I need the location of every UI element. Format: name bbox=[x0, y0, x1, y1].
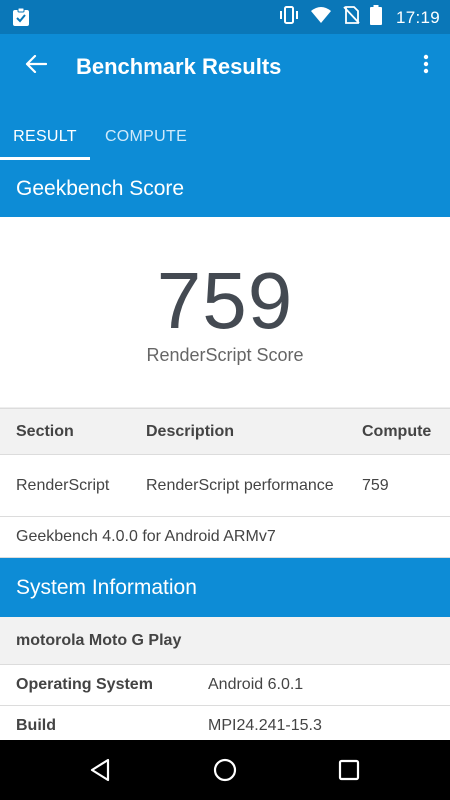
column-header-section: Section bbox=[16, 422, 74, 440]
clipboard-check-icon bbox=[12, 7, 30, 31]
score-label: RenderScript Score bbox=[146, 345, 304, 365]
info-row-operating-system: Operating System Android 6.0.1 bbox=[0, 665, 450, 706]
nav-back-button[interactable] bbox=[82, 752, 118, 788]
column-header-compute: Compute bbox=[362, 422, 432, 440]
status-bar: 17:19 bbox=[0, 0, 450, 34]
page-title: Benchmark Results bbox=[76, 54, 282, 79]
square-recents-icon bbox=[338, 759, 360, 781]
geekbench-version: Geekbench 4.0.0 for Android ARMv7 bbox=[0, 517, 450, 558]
geekbench-score-header: Geekbench Score bbox=[0, 160, 450, 217]
row-description: RenderScript performance bbox=[146, 476, 334, 494]
overflow-menu-button[interactable] bbox=[416, 48, 436, 80]
score-value: 759 bbox=[156, 256, 294, 345]
row-section: RenderScript bbox=[16, 476, 110, 494]
nav-recents-button[interactable] bbox=[331, 752, 367, 788]
app-bar: Benchmark Results RESULT COMPUTE bbox=[0, 34, 450, 160]
score-card: 759 RenderScript Score bbox=[0, 217, 450, 407]
system-information-header: System Information bbox=[0, 558, 450, 617]
back-button[interactable] bbox=[20, 48, 52, 80]
tab-compute[interactable]: COMPUTE bbox=[90, 114, 202, 160]
row-compute: 759 bbox=[362, 476, 389, 494]
table-header: Section Description Compute bbox=[0, 408, 450, 455]
tab-bar: RESULT COMPUTE bbox=[0, 114, 450, 160]
device-name: motorola Moto G Play bbox=[0, 617, 450, 665]
tab-result[interactable]: RESULT bbox=[0, 114, 90, 160]
table-row: RenderScript RenderScript performance 75… bbox=[0, 455, 450, 517]
arrow-left-icon bbox=[25, 55, 47, 73]
navigation-bar bbox=[0, 740, 450, 800]
status-time: 17:19 bbox=[395, 7, 440, 27]
circle-home-icon bbox=[213, 758, 237, 782]
wifi-icon bbox=[310, 6, 332, 29]
triangle-back-icon bbox=[90, 758, 110, 782]
column-header-description: Description bbox=[146, 422, 235, 440]
more-vertical-icon bbox=[423, 54, 429, 74]
info-value: Android 6.0.1 bbox=[208, 676, 304, 693]
vibrate-icon bbox=[278, 5, 300, 30]
info-key: Operating System bbox=[16, 676, 153, 693]
battery-icon bbox=[369, 5, 382, 30]
nav-home-button[interactable] bbox=[207, 752, 243, 788]
no-sim-icon bbox=[342, 5, 360, 30]
